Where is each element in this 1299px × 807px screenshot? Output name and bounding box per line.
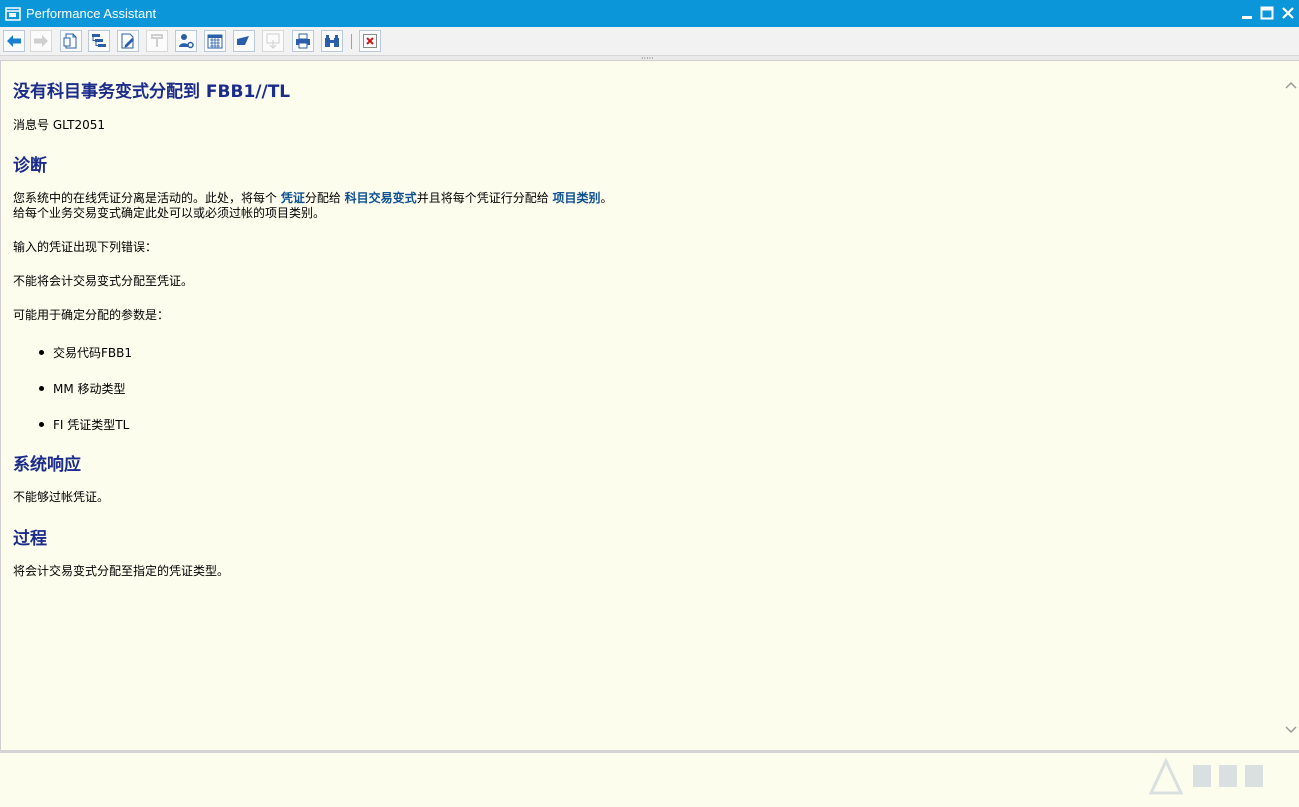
user-settings-button[interactable] xyxy=(175,30,197,52)
bookmark-button[interactable] xyxy=(233,30,255,52)
export-icon xyxy=(266,33,280,49)
error-text: 不能将会计交易变式分配至凭证。 xyxy=(13,274,194,288)
list-item: 交易代码FBB1 xyxy=(53,346,133,360)
diagnosis-line-2: 给每个业务交易变式确定此处可以或必须过帐的项目类别。 xyxy=(13,206,326,220)
diag-text-3: 并且将每个凭证行分配给 xyxy=(416,191,553,205)
error-intro: 输入的凭证出现下列错误： xyxy=(13,240,158,254)
close-red-icon xyxy=(363,34,377,48)
forward-icon xyxy=(34,35,48,47)
minimize-icon[interactable] xyxy=(1239,5,1255,21)
voucher-link[interactable]: 凭证 xyxy=(281,191,305,205)
user-settings-icon xyxy=(179,34,194,49)
vertical-scrollbar[interactable] xyxy=(1283,61,1299,751)
diag-text-2: 分配给 xyxy=(304,191,345,205)
transaction-variant-link[interactable]: 科目交易变式 xyxy=(345,191,417,205)
bookmark-icon xyxy=(237,36,249,45)
print-icon xyxy=(296,33,310,49)
procedure-heading: 过程 xyxy=(13,529,47,549)
technical-info-icon xyxy=(63,33,77,49)
maximize-icon[interactable] xyxy=(1259,5,1275,21)
toolbar-separator xyxy=(351,34,352,49)
list-item: MM 移动类型 xyxy=(53,382,126,396)
title-bar: Performance Assistant xyxy=(0,0,1299,27)
diag-text-4: 。 xyxy=(600,191,613,205)
back-button[interactable] xyxy=(3,30,25,52)
system-response-heading: 系统响应 xyxy=(13,455,81,475)
diagnosis-line-1: 您系统中的在线凭证分离是活动的。此处，将每个 凭证分配给 科目交易变式并且将每个… xyxy=(13,191,613,206)
technical-info-button[interactable] xyxy=(60,30,82,52)
print-button[interactable] xyxy=(292,30,314,52)
watermark-logo-icon xyxy=(1141,753,1281,807)
list-item: FI 凭证类型TL xyxy=(53,418,130,432)
edit-document-icon xyxy=(121,33,134,49)
bullet-icon xyxy=(39,386,44,391)
highlight-icon xyxy=(151,34,163,47)
forward-button[interactable] xyxy=(30,30,52,52)
procedure-text: 将会计交易变式分配至指定的凭证类型。 xyxy=(13,564,230,578)
export-button[interactable] xyxy=(262,30,284,52)
page-title: 没有科目事务变式分配到 FBB1//TL xyxy=(13,82,291,102)
calendar-icon xyxy=(207,34,223,49)
calendar-button[interactable] xyxy=(204,30,226,52)
bullet-icon xyxy=(39,350,44,355)
find-button[interactable] xyxy=(321,30,343,52)
binoculars-icon xyxy=(325,35,339,47)
document-pane: 没有科目事务变式分配到 FBB1//TL 消息号 GLT2051 诊断 您系统中… xyxy=(0,61,1284,795)
back-icon xyxy=(7,35,21,47)
item-category-link[interactable]: 项目类别 xyxy=(553,191,601,205)
navigation-button[interactable] xyxy=(88,30,110,52)
app-window-icon xyxy=(5,6,21,21)
bullet-icon xyxy=(39,422,44,427)
close-button[interactable] xyxy=(359,30,381,52)
scroll-up-icon[interactable] xyxy=(1284,75,1298,94)
scroll-down-icon[interactable] xyxy=(1284,720,1298,739)
diagnosis-heading: 诊断 xyxy=(13,156,47,176)
close-icon[interactable] xyxy=(1280,5,1296,21)
window-title: Performance Assistant xyxy=(26,6,157,21)
toolbar xyxy=(0,27,1299,56)
diag-text-1: 您系统中的在线凭证分离是活动的。此处，将每个 xyxy=(13,191,281,205)
message-number: 消息号 GLT2051 xyxy=(13,118,106,132)
navigation-icon xyxy=(92,34,106,47)
params-intro: 可能用于确定分配的参数是： xyxy=(13,308,170,322)
highlight-button[interactable] xyxy=(146,30,168,52)
edit-document-button[interactable] xyxy=(117,30,139,52)
system-response-text: 不能够过帐凭证。 xyxy=(13,490,110,504)
